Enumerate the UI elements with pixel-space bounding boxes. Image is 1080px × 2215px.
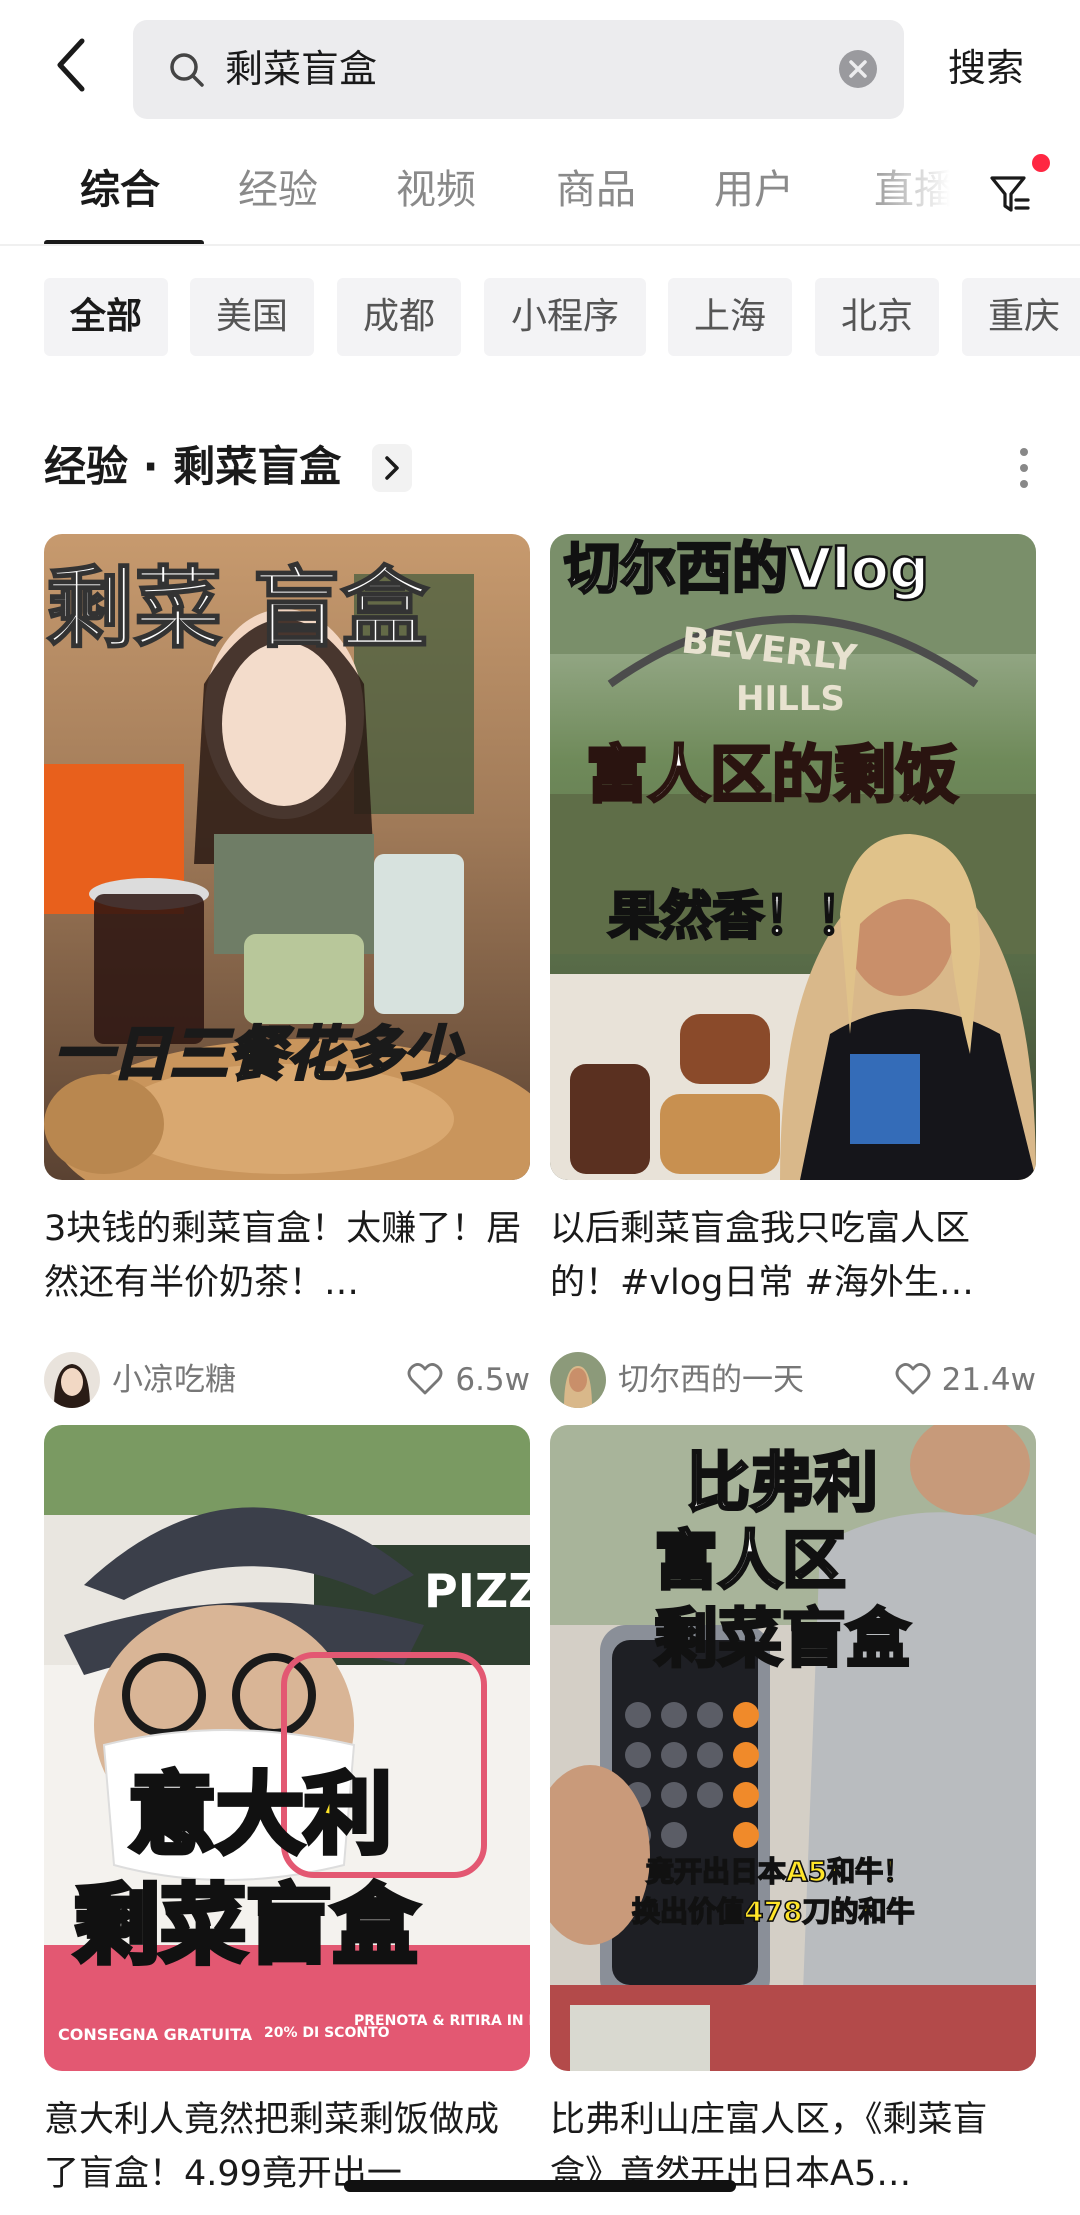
card-overlay-text: 比弗利 (686, 1447, 878, 1521)
card-meta: 切尔西的一天 21.4w (550, 1352, 1036, 1408)
card-overlay-text: 意大利 (128, 1763, 392, 1866)
card-overlay-text: 果然香！！ (608, 887, 868, 947)
section-title[interactable]: 经验 · 剩菜盲盒 (44, 438, 341, 496)
chevron-left-icon (57, 38, 85, 92)
chip-chengdu[interactable]: 成都 (337, 278, 461, 356)
filter-badge-dot (1032, 154, 1050, 172)
tab-all[interactable]: 综合 (80, 162, 160, 218)
home-indicator[interactable] (344, 2180, 736, 2192)
card-overlay-text: HILLS (736, 679, 845, 719)
filter-button[interactable] (986, 162, 1042, 222)
card-overlay-text: 富人区 (654, 1525, 846, 1599)
filter-chips: 全部 美国 成都 小程序 上海 北京 重庆 (0, 278, 1080, 356)
like-count: 21.4w (941, 1362, 1036, 1398)
search-input[interactable]: 剩菜盲盒 (133, 20, 904, 119)
card-overlay-text: 剩菜 盲盒 (46, 557, 430, 660)
like-count: 6.5w (455, 1362, 530, 1398)
section-more-button[interactable] (372, 444, 412, 492)
card-overlay-text: PRENOTA & RITIRA IN NEGOZIO (354, 2013, 530, 2029)
search-button[interactable]: 搜索 (948, 38, 1024, 98)
card-overlay-text: 切尔西的Vlog (564, 537, 929, 602)
tab-goods[interactable]: 商品 (556, 162, 636, 218)
active-tab-indicator (44, 240, 204, 244)
chip-shanghai[interactable]: 上海 (668, 278, 792, 356)
chip-chongqing[interactable]: 重庆 (962, 278, 1080, 356)
author-name[interactable]: 切尔西的一天 (618, 1360, 804, 1400)
heart-icon[interactable] (894, 1360, 932, 1398)
tabs-fade (860, 140, 980, 244)
card-cover-image[interactable]: PIZZ 意大利 剩菜盲盒 CONSEGNA GRATUITA 20% DI S… (44, 1425, 530, 2071)
author-name[interactable]: 小凉吃糖 (112, 1360, 236, 1400)
heart-icon[interactable] (406, 1360, 444, 1398)
chip-usa[interactable]: 美国 (190, 278, 314, 356)
card-cover-image[interactable]: 比弗利 富人区 剩菜盲盒 竟开出日本A5和牛！ 换出价值478刀的和牛 (550, 1425, 1036, 2071)
chip-beijing[interactable]: 北京 (815, 278, 939, 356)
filter-icon (990, 176, 1030, 212)
card-overlay-text: 富人区的剩饭 (586, 738, 958, 811)
card-overlay-text: 竟开出日本A5和牛！ (646, 1855, 911, 1888)
card-title[interactable]: 3块钱的剩菜盲盒！太赚了！居然还有半价奶茶！… (44, 1202, 530, 1310)
chip-all[interactable]: 全部 (44, 278, 168, 356)
card-overlay-text: 换出价值478刀的和牛 (632, 1895, 914, 1928)
search-query: 剩菜盲盒 (225, 47, 378, 91)
search-icon (170, 53, 204, 87)
card-overlay-text: 剩菜盲盒 (654, 1603, 911, 1677)
chip-mini-program[interactable]: 小程序 (484, 278, 646, 356)
tab-video[interactable]: 视频 (396, 162, 476, 218)
tab-users[interactable]: 用户 (714, 162, 794, 218)
tab-experience[interactable]: 经验 (238, 162, 318, 218)
card-overlay-text: 一日三餐花多少 (54, 1020, 464, 1088)
card-cover-image[interactable]: 剩菜 盲盒 一日三餐花多少 (44, 534, 530, 1180)
avatar[interactable] (550, 1352, 606, 1408)
card-overlay-text: 剩菜盲盒 (74, 1876, 419, 1976)
search-header: 剩菜盲盒 搜索 (0, 0, 1080, 130)
clear-icon[interactable] (838, 49, 878, 89)
chevron-right-icon (385, 456, 399, 480)
card-overlay-text: CONSEGNA GRATUITA (58, 2025, 253, 2044)
card-cover-image[interactable]: 切尔西的Vlog BEVERLY HILLS 富人区的剩饭 果然香！！ (550, 534, 1036, 1180)
card-overlay-text: PIZZ (424, 1564, 530, 1618)
card-meta: 小凉吃糖 6.5w (44, 1352, 530, 1408)
result-tabs: 综合 经验 视频 商品 用户 直播 (0, 140, 1080, 246)
card-title[interactable]: 以后剩菜盲盒我只吃富人区的！#vlog日常 #海外生… (550, 1202, 1036, 1310)
more-vertical-icon[interactable] (1010, 444, 1038, 492)
avatar[interactable] (44, 1352, 100, 1408)
back-button[interactable] (42, 30, 102, 100)
